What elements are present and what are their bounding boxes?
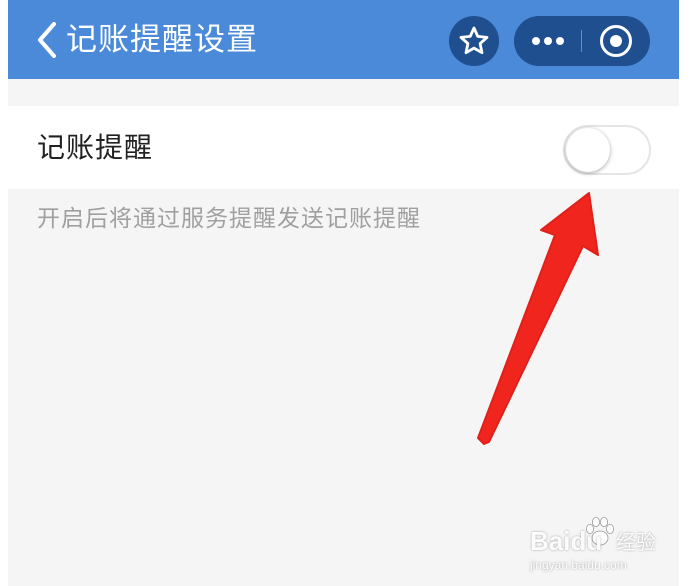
close-mini-program-button[interactable] (582, 16, 650, 66)
chevron-left-icon (38, 22, 56, 58)
target-core (610, 35, 622, 47)
mini-program-screen: 记账提醒设置 记账提醒 开启后将通过服务提醒发送记账提醒 (8, 0, 679, 586)
mini-program-capsule (514, 16, 650, 66)
watermark-label: 经验 (616, 530, 656, 554)
back-button[interactable] (30, 16, 66, 64)
setting-description: 开启后将通过服务提醒发送记账提醒 (37, 206, 421, 232)
watermark-domain: jingyan.baidu.com (530, 558, 627, 572)
setting-toggle[interactable] (563, 125, 651, 175)
more-dots-icon (532, 37, 540, 45)
setting-row-bookkeeping-reminder: 记账提醒 (8, 106, 679, 189)
page-title: 记账提醒设置 (66, 22, 258, 58)
more-dot (544, 37, 552, 45)
watermark-brand: Baidu (530, 526, 603, 556)
setting-label: 记账提醒 (37, 131, 154, 164)
navigation-bar: 记账提醒设置 (8, 0, 679, 79)
favorite-button[interactable] (449, 16, 499, 66)
more-dot (556, 37, 564, 45)
baidu-jingyan-watermark: Baidu 经验 jingyan.baidu.com (528, 514, 678, 576)
more-button[interactable] (514, 16, 581, 66)
star-outline-icon (459, 26, 489, 55)
toggle-knob (566, 128, 610, 172)
